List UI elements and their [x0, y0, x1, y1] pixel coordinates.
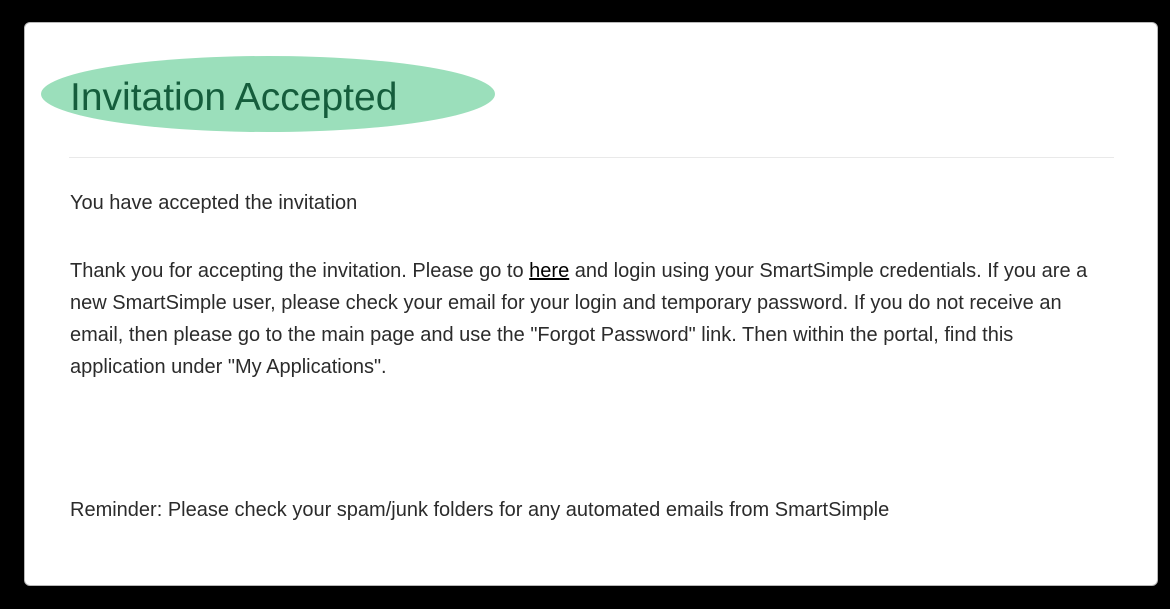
page-title: Invitation Accepted — [70, 76, 398, 119]
acceptance-status-text: You have accepted the invitation — [70, 192, 358, 214]
invitation-panel: Invitation Accepted You have accepted th… — [24, 22, 1158, 586]
title-divider — [69, 157, 1114, 158]
instructions-text-part1: Thank you for accepting the invitation. … — [70, 260, 530, 282]
instructions-text: Thank you for accepting the invitation. … — [70, 255, 1110, 383]
here-link[interactable]: here — [529, 260, 569, 282]
screenshot-frame: Invitation Accepted You have accepted th… — [0, 0, 1170, 609]
reminder-text: Reminder: Please check your spam/junk fo… — [70, 499, 890, 521]
